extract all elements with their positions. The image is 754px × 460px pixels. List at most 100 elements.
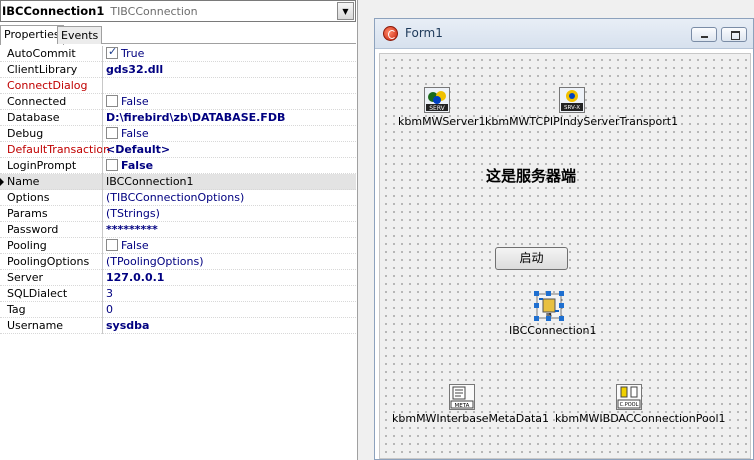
checkbox-unchecked[interactable]	[106, 239, 118, 251]
component-name: IBCConnection1	[2, 4, 105, 18]
svg-text:C.POOL: C.POOL	[620, 402, 639, 408]
connection-pool-icon: C.POOL	[617, 385, 641, 409]
prop-row-params[interactable]: Params (TStrings)	[0, 206, 356, 222]
prop-name: Options	[7, 191, 50, 204]
svg-text:META: META	[455, 403, 470, 409]
prop-row-autocommit[interactable]: AutoCommit True	[0, 45, 356, 62]
prop-row-options[interactable]: Options (TIBCConnectionOptions)	[0, 190, 356, 206]
prop-row-clientlibrary[interactable]: ClientLibrary gds32.dll	[0, 62, 356, 78]
inspector-tabs: Properties Events	[0, 24, 356, 45]
checkbox-unchecked[interactable]	[106, 159, 118, 171]
prop-row-database[interactable]: Database D:\firebird\zb\DATABASE.FDB	[0, 110, 356, 126]
metadata-icon: META	[450, 385, 474, 409]
prop-value[interactable]: (TStrings)	[106, 207, 160, 220]
prop-row-debug[interactable]: Debug False	[0, 126, 356, 142]
ibc-connection-component[interactable]: IB	[534, 291, 564, 321]
tab-properties[interactable]: Properties	[0, 25, 64, 45]
server-transport-component-label: kbmMWTCPIPIndyServerTransport1	[485, 115, 679, 128]
prop-row-connectdialog[interactable]: ConnectDialog	[0, 78, 356, 94]
minimize-button[interactable]	[691, 27, 717, 42]
prop-value[interactable]: <Default>	[106, 143, 170, 156]
prop-row-connected[interactable]: Connected False	[0, 94, 356, 110]
prop-row-server[interactable]: Server 127.0.0.1	[0, 270, 356, 286]
server-component[interactable]: SERV	[424, 87, 450, 113]
prop-value[interactable]: True	[106, 45, 145, 60]
form-title: Form1	[405, 26, 443, 40]
svg-text:SERV: SERV	[429, 105, 445, 112]
form-canvas[interactable]: SERV kbmMWServer1 SRV-X kbmMWTCPIPIndySe…	[379, 53, 751, 459]
prop-name: Pooling	[7, 239, 47, 252]
prop-row-defaulttransaction[interactable]: DefaultTransaction <Default>	[0, 142, 356, 158]
tab-events[interactable]: Events	[57, 26, 103, 44]
prop-value[interactable]: (TPoolingOptions)	[106, 255, 204, 268]
prop-name: Debug	[7, 127, 44, 140]
connection-pool-component[interactable]: C.POOL	[616, 384, 642, 410]
prop-name: Params	[7, 207, 48, 220]
prop-row-password[interactable]: Password *********	[0, 222, 356, 238]
prop-value[interactable]: 127.0.0.1	[106, 271, 164, 284]
server-heading-label: 这是服务器端	[486, 167, 577, 185]
prop-row-username[interactable]: Username sysdba	[0, 318, 356, 334]
start-button[interactable]: 启动	[495, 247, 568, 270]
prop-name: Server	[7, 271, 44, 284]
server-icon: SERV	[425, 88, 449, 112]
prop-value[interactable]: False	[106, 159, 153, 172]
checkbox-unchecked[interactable]	[106, 95, 118, 107]
prop-name: LoginPrompt	[7, 159, 77, 172]
server-component-label: kbmMWServer1	[398, 115, 486, 128]
prop-name: ConnectDialog	[7, 79, 88, 92]
prop-row-sqldialect[interactable]: SQLDialect 3	[0, 286, 356, 302]
server-transport-icon: SRV-X	[560, 88, 584, 112]
prop-value-text: True	[121, 47, 145, 60]
component-type: TIBCConnection	[110, 4, 198, 18]
prop-value[interactable]: (TIBCConnectionOptions)	[106, 191, 244, 204]
prop-name: DefaultTransaction	[7, 143, 111, 156]
prop-value[interactable]: False	[106, 239, 149, 252]
maximize-button[interactable]	[721, 27, 747, 42]
checkbox-checked[interactable]	[106, 45, 118, 59]
connection-pool-component-label: kbmMWIBDACConnectionPool1	[555, 412, 726, 425]
prop-value[interactable]: 3	[106, 287, 113, 300]
prop-name: PoolingOptions	[7, 255, 90, 268]
prop-name: Connected	[7, 95, 67, 108]
checkbox-unchecked[interactable]	[106, 127, 118, 139]
prop-value[interactable]: IBCConnection1	[106, 175, 194, 188]
prop-name: Name	[7, 175, 40, 188]
prop-name: SQLDialect	[7, 287, 68, 300]
prop-value-text: False	[121, 95, 149, 108]
server-transport-component[interactable]: SRV-X	[559, 87, 585, 113]
prop-row-pooling[interactable]: Pooling False	[0, 238, 356, 254]
database-connection-icon: IB	[534, 291, 564, 321]
selected-row-marker-icon	[0, 178, 4, 186]
prop-value[interactable]: False	[106, 127, 149, 140]
prop-value[interactable]: *********	[106, 223, 158, 236]
prop-value[interactable]: D:\firebird\zb\DATABASE.FDB	[106, 111, 285, 124]
prop-row-tag[interactable]: Tag 0	[0, 302, 356, 318]
prop-value-text: False	[121, 239, 149, 252]
component-selector[interactable]: IBCConnection1 TIBCConnection ▼	[0, 0, 356, 22]
prop-name: Password	[7, 223, 59, 236]
chevron-down-icon[interactable]: ▼	[337, 2, 354, 20]
prop-row-name[interactable]: Name IBCConnection1	[0, 174, 356, 190]
prop-name: ClientLibrary	[7, 63, 78, 76]
ibc-connection-component-label: IBCConnection1	[509, 324, 597, 337]
object-inspector: IBCConnection1 TIBCConnection ▼ Properti…	[0, 0, 358, 460]
property-grid: AutoCommit True ClientLibrary gds32.dll …	[0, 45, 356, 334]
form-designer-window: Form1 SERV kbmMWServer1 SRV-X kbmMWTCPIP…	[374, 18, 754, 460]
delphi-form-icon	[383, 26, 398, 41]
prop-name: AutoCommit	[7, 47, 76, 60]
prop-row-poolingoptions[interactable]: PoolingOptions (TPoolingOptions)	[0, 254, 356, 270]
prop-value[interactable]: False	[106, 95, 149, 108]
prop-value[interactable]: gds32.dll	[106, 63, 163, 76]
svg-text:SRV-X: SRV-X	[564, 105, 580, 111]
prop-name: Username	[7, 319, 64, 332]
prop-row-loginprompt[interactable]: LoginPrompt False	[0, 158, 356, 174]
form-title-bar[interactable]: Form1	[375, 19, 753, 49]
prop-value[interactable]: 0	[106, 303, 113, 316]
prop-value[interactable]: sysdba	[106, 319, 149, 332]
prop-name: Tag	[7, 303, 26, 316]
splitter[interactable]	[358, 0, 374, 460]
metadata-component[interactable]: META	[449, 384, 475, 410]
prop-value-text: False	[121, 127, 149, 140]
prop-value-text: False	[121, 159, 154, 172]
